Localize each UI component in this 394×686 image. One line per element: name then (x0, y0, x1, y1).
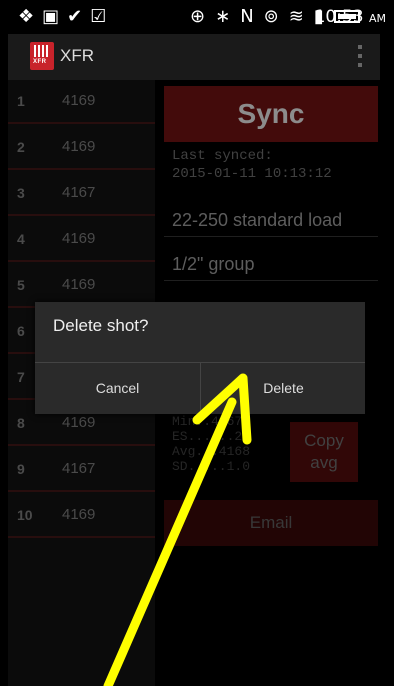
bluetooth-icon: ∗ (215, 6, 231, 27)
app-bar: XFR XFR (8, 34, 380, 81)
nfc-icon: N (240, 6, 254, 27)
clock: 10:53 AM (314, 7, 386, 27)
delete-button[interactable]: Delete (201, 363, 366, 414)
overflow-menu-icon[interactable] (358, 45, 362, 67)
notification-icon-3: ✔ (67, 6, 83, 27)
notification-icons: ❖ ▣ ✔ ☑ (18, 6, 106, 28)
gps-icon: ⊕ (190, 6, 206, 27)
notification-icon-2: ▣ (42, 6, 60, 27)
status-bar: ❖ ▣ ✔ ☑ ⊕ ∗ N ⊚ ≋ ▮ 10:53 AM (0, 0, 394, 34)
delete-shot-dialog: Delete shot? Cancel Delete (35, 302, 365, 414)
app-logo-icon: XFR (30, 42, 54, 70)
cancel-button[interactable]: Cancel (35, 363, 200, 414)
wifi-icon: ≋ (288, 6, 304, 27)
app-title: XFR (60, 46, 94, 65)
notification-icon-4: ☑ (90, 6, 107, 27)
dialog-title: Delete shot? (53, 316, 149, 335)
notification-icon-1: ❖ (18, 6, 35, 27)
alarm-icon: ⊚ (263, 6, 279, 27)
